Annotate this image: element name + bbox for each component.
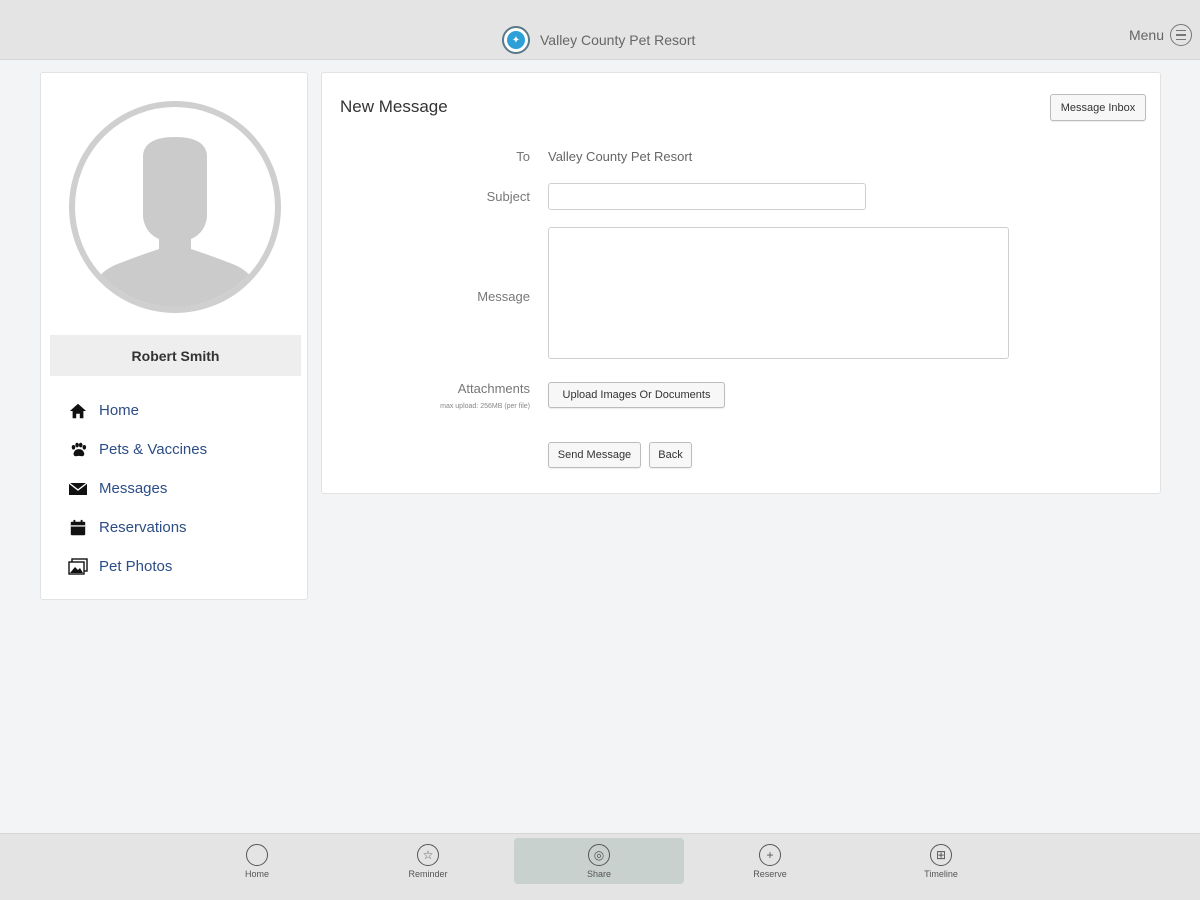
tab-reserve[interactable]: + Reserve <box>685 838 855 884</box>
brand-logo-icon: ✦ <box>502 26 530 54</box>
message-inbox-button[interactable]: Message Inbox <box>1050 94 1146 121</box>
send-message-button[interactable]: Send Message <box>548 442 641 468</box>
sidebar: Robert Smith Home Pets & Vaccines Messag… <box>40 72 308 600</box>
tab-label: Share <box>586 868 612 879</box>
to-label: To <box>516 149 530 164</box>
sidebar-item-label: Reservations <box>99 519 187 536</box>
tab-label: Timeline <box>924 868 958 879</box>
sidebar-item-messages[interactable]: Messages <box>67 469 207 508</box>
share-icon: ◎ <box>588 843 610 866</box>
paw-icon <box>67 439 89 461</box>
brand-name: Valley County Pet Resort <box>540 32 696 48</box>
bottom-tab-bar: Home ☆ Reminder ◎ Share + Reserve ⊞ Time… <box>0 833 1200 900</box>
circle-icon <box>246 843 268 866</box>
to-value: Valley County Pet Resort <box>548 149 693 164</box>
subject-input[interactable] <box>548 183 866 210</box>
tab-home[interactable]: Home <box>172 838 342 884</box>
avatar <box>69 101 281 313</box>
tab-label: Reminder <box>408 868 448 879</box>
back-button[interactable]: Back <box>649 442 692 468</box>
sidebar-item-pets-vaccines[interactable]: Pets & Vaccines <box>67 430 207 469</box>
brand[interactable]: ✦ Valley County Pet Resort <box>502 26 695 54</box>
calendar-icon <box>67 517 89 539</box>
user-name: Robert Smith <box>50 335 301 376</box>
sidebar-item-home[interactable]: Home <box>67 391 207 430</box>
message-textarea[interactable] <box>548 227 1009 359</box>
sidebar-nav: Home Pets & Vaccines Messages Reservatio… <box>67 391 207 586</box>
upload-button[interactable]: Upload Images Or Documents <box>548 382 725 408</box>
attachments-hint: max upload: 256MB (per file) <box>440 403 530 410</box>
subject-label: Subject <box>486 189 530 204</box>
timeline-icon: ⊞ <box>930 843 952 866</box>
photos-icon <box>67 556 89 578</box>
tab-reminder[interactable]: ☆ Reminder <box>343 838 513 884</box>
attachments-label: Attachments <box>457 381 530 396</box>
tab-share[interactable]: ◎ Share <box>514 838 684 884</box>
page-title: New Message <box>340 97 448 116</box>
new-message-panel: New Message Message Inbox To Valley Coun… <box>321 72 1161 494</box>
tab-label: Home <box>244 868 269 879</box>
tab-label: Reserve <box>753 868 787 879</box>
plus-icon: + <box>759 843 781 866</box>
tab-timeline[interactable]: ⊞ Timeline <box>856 838 1026 884</box>
sidebar-item-label: Home <box>99 402 140 419</box>
message-label: Message <box>477 289 530 304</box>
envelope-icon <box>67 478 89 500</box>
sidebar-item-reservations[interactable]: Reservations <box>67 508 207 547</box>
menu-label: Menu <box>1128 27 1164 43</box>
top-bar: ✦ Valley County Pet Resort Menu <box>0 0 1200 60</box>
user-silhouette-icon <box>93 137 257 307</box>
sidebar-item-label: Pet Photos <box>99 558 173 575</box>
sidebar-item-pet-photos[interactable]: Pet Photos <box>67 547 207 586</box>
home-icon <box>67 400 89 422</box>
star-icon: ☆ <box>417 843 439 866</box>
sidebar-item-label: Messages <box>99 480 168 497</box>
hamburger-icon <box>1170 24 1192 46</box>
menu-button[interactable]: Menu <box>1129 24 1192 46</box>
sidebar-item-label: Pets & Vaccines <box>99 441 208 458</box>
